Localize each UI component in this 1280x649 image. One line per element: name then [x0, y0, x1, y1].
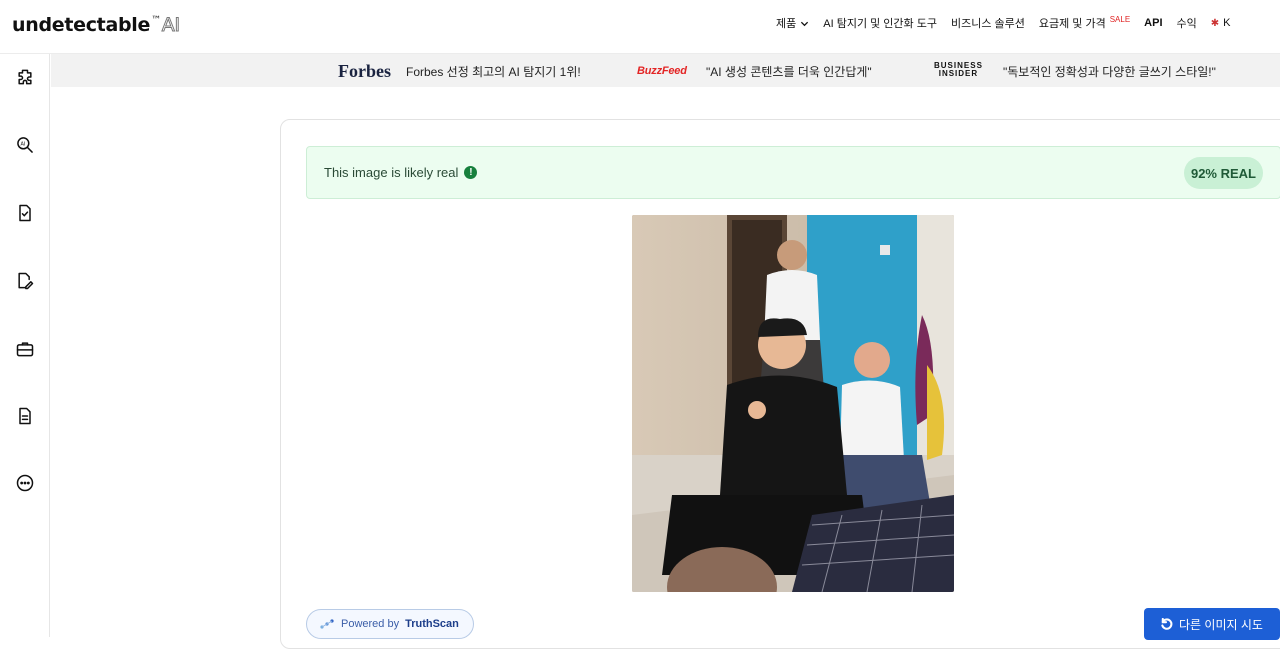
nav-ai-detector[interactable]: AI 탐지기 및 인간화 도구	[823, 15, 937, 31]
sidebar: AI	[0, 54, 50, 637]
language-label: K	[1223, 17, 1231, 29]
nav-products[interactable]: 제품	[776, 15, 809, 31]
truthscan-logo-icon	[320, 619, 334, 629]
result-text: This image is likely real	[324, 165, 459, 180]
svg-text:AI: AI	[21, 141, 26, 147]
top-navigation-bar: undetectable ™ AI 제품 AI 탐지기 및 인간화 도구 비즈니…	[0, 0, 1280, 54]
info-icon[interactable]: !	[464, 166, 478, 179]
nav-business-label: 비즈니스 솔루션	[950, 18, 1025, 30]
document-check-icon[interactable]	[15, 203, 35, 223]
retry-label: 다른 이미지 시도	[1179, 617, 1263, 632]
powered-by-truthscan[interactable]: Powered by TruthScan	[306, 609, 474, 639]
press-banner: Forbes Forbes 선정 최고의 AI 탐지기 1위! BuzzFeed…	[51, 54, 1280, 87]
nav-earnings-label: 수익	[1176, 18, 1197, 30]
nav-business[interactable]: 비즈니스 솔루션	[951, 15, 1025, 31]
business-insider-logo: BUSINESS INSIDER	[934, 62, 983, 78]
briefcase-icon[interactable]	[15, 339, 35, 359]
business-insider-quote: "독보적인 정확성과 다양한 글쓰기 스타일!"	[1003, 65, 1216, 79]
logo-trademark: ™	[151, 15, 161, 26]
analyzed-image	[632, 215, 954, 592]
ai-search-icon[interactable]: AI	[15, 135, 35, 155]
bi-logo-line2: INSIDER	[938, 69, 979, 78]
score-badge: 92% REAL	[1183, 157, 1263, 189]
korea-flag-icon: ✱	[1210, 17, 1220, 29]
logo-main: undetectable	[12, 14, 151, 36]
nav-earnings[interactable]: 수익	[1177, 15, 1197, 31]
nav-api-label: API	[1144, 17, 1163, 29]
logo[interactable]: undetectable ™ AI	[12, 14, 181, 37]
puzzle-icon[interactable]	[15, 67, 35, 87]
main-nav: 제품 AI 탐지기 및 인간화 도구 비즈니스 솔루션 요금제 및 가격 SALE…	[776, 15, 1231, 31]
nav-ai-detector-label: AI 탐지기 및 인간화 도구	[823, 18, 937, 30]
buzzfeed-logo: BuzzFeed	[637, 65, 687, 77]
document-text-icon[interactable]	[15, 406, 35, 426]
document-edit-icon[interactable]	[15, 271, 35, 291]
result-banner: This image is likely real ! 92% REAL	[306, 146, 1280, 199]
nav-products-label: 제품	[776, 18, 797, 30]
forbes-logo: Forbes	[338, 61, 391, 81]
nav-pricing[interactable]: 요금제 및 가격 SALE	[1039, 15, 1130, 31]
buzzfeed-quote: "AI 생성 콘텐츠를 더욱 인간답게"	[706, 65, 872, 79]
forbes-quote: Forbes 선정 최고의 AI 탐지기 1위!	[406, 65, 581, 79]
result-label: This image is likely real !	[324, 165, 478, 180]
language-selector[interactable]: ✱ K	[1211, 17, 1231, 29]
powered-prefix: Powered by	[341, 618, 400, 630]
more-icon[interactable]	[15, 473, 35, 493]
nav-api[interactable]: API	[1144, 17, 1162, 29]
try-another-image-button[interactable]: 다른 이미지 시도	[1144, 608, 1280, 640]
nav-pricing-label: 요금제 및 가격	[1038, 18, 1106, 30]
logo-ai-suffix: AI	[161, 14, 180, 37]
refresh-icon	[1161, 617, 1173, 630]
powered-brand: TruthScan	[405, 618, 459, 630]
chevron-down-icon	[801, 21, 809, 26]
sale-badge: SALE	[1109, 14, 1131, 24]
